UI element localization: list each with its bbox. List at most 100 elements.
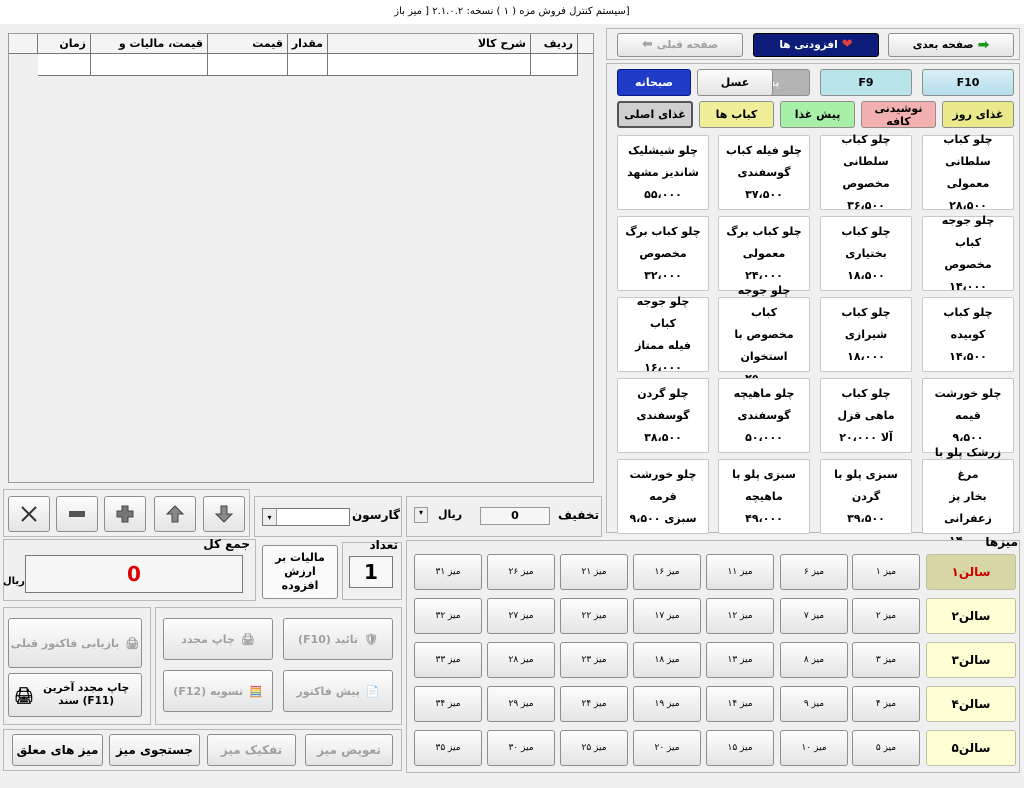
- table-button[interactable]: میز ۳۰: [487, 730, 555, 766]
- table-button[interactable]: میز ۱۳: [706, 642, 774, 678]
- menu-item[interactable]: چلو ماهیچه گوسفندی ۵۰،۰۰۰: [718, 378, 810, 453]
- table-button[interactable]: میز ۳۱: [414, 554, 482, 590]
- table-button[interactable]: میز ۲۶: [487, 554, 555, 590]
- grid-cell[interactable]: [208, 54, 288, 76]
- hall-button[interactable]: سالن۴: [926, 686, 1016, 722]
- menu-item[interactable]: چلو کباب کوبیده ۱۴،۵۰۰: [922, 297, 1014, 372]
- menu-item[interactable]: چلو جوجه کباب مخصوص ۱۴،۰۰۰: [922, 214, 1014, 293]
- table-button[interactable]: میز ۲۳: [560, 642, 628, 678]
- delete-button[interactable]: [8, 496, 50, 532]
- split-table-button[interactable]: تفکیک میز: [207, 734, 296, 766]
- grid-cell[interactable]: [288, 54, 328, 76]
- reprint-button[interactable]: 🖨 چاپ مجدد: [163, 618, 273, 660]
- table-button[interactable]: میز ۳۲: [414, 598, 482, 634]
- table-button[interactable]: میز ۳۴: [414, 686, 482, 722]
- table-button[interactable]: میز ۲۵: [560, 730, 628, 766]
- table-button[interactable]: میز ۱۴: [706, 686, 774, 722]
- col-row[interactable]: ردیف: [531, 34, 578, 54]
- hall-button[interactable]: سالن۳: [926, 642, 1016, 678]
- col-time[interactable]: زمان: [38, 34, 91, 54]
- discount-input[interactable]: 0: [480, 507, 550, 525]
- chevron-down-icon[interactable]: ▾: [414, 507, 428, 523]
- menu-item[interactable]: چلو کباب بختیاری ۱۸،۵۰۰: [820, 216, 912, 291]
- menu-item[interactable]: چلو خورشت قرمه سبزی ۹،۵۰۰: [617, 459, 709, 534]
- tab-kebabs[interactable]: کباب ها: [699, 101, 774, 128]
- vat-button[interactable]: مالیات بر ارزش افزوده: [262, 545, 338, 599]
- table-button[interactable]: میز ۲۰: [633, 730, 701, 766]
- table-button[interactable]: میز ۱: [852, 554, 920, 590]
- hall-button[interactable]: سالن۵: [926, 730, 1016, 766]
- menu-item[interactable]: چلو کباب برگ مخصوص ۳۲،۰۰۰: [617, 216, 709, 291]
- col-price[interactable]: قیمت: [208, 34, 288, 54]
- table-button[interactable]: میز ۱۲: [706, 598, 774, 634]
- menu-item[interactable]: چلو کباب سلطانی معمولی ۲۸،۵۰۰: [922, 133, 1014, 212]
- table-button[interactable]: میز ۲: [852, 598, 920, 634]
- menu-item[interactable]: چلو گردن گوسفندی ۳۸،۵۰۰: [617, 378, 709, 453]
- table-button[interactable]: میز ۲۱: [560, 554, 628, 590]
- currency-select[interactable]: ▾ ریال: [414, 507, 476, 525]
- confirm-button[interactable]: 🛡 تائید (F10): [283, 618, 393, 660]
- tab-breakfast[interactable]: صبحانه: [617, 69, 691, 96]
- table-button[interactable]: میز ۵: [852, 730, 920, 766]
- hall-button[interactable]: سالن۲: [926, 598, 1016, 634]
- change-table-button[interactable]: تعویض میز: [305, 734, 393, 766]
- pre-invoice-button[interactable]: 📄 پیش فاکتور: [283, 670, 393, 712]
- menu-item[interactable]: سبزی پلو با ماهیچه ۴۹،۰۰۰: [718, 459, 810, 534]
- table-button[interactable]: میز ۳: [852, 642, 920, 678]
- col-qty[interactable]: مقدار: [288, 34, 328, 54]
- table-button[interactable]: میز ۱۸: [633, 642, 701, 678]
- table-button[interactable]: میز ۲۲: [560, 598, 628, 634]
- grid-cell[interactable]: [328, 54, 531, 76]
- tab-appetizer[interactable]: پیش غذا: [780, 101, 855, 128]
- table-button[interactable]: میز ۱۹: [633, 686, 701, 722]
- menu-item[interactable]: چلو فیله کباب گوسفندی ۳۷،۵۰۰: [718, 135, 810, 210]
- table-button[interactable]: میز ۱۷: [633, 598, 701, 634]
- move-up-button[interactable]: [154, 496, 196, 532]
- restore-previous-button[interactable]: 🖨 بازیابی فاکتور قبلی: [8, 618, 142, 668]
- prev-page-button[interactable]: صفحه قبلی ⬅: [617, 33, 743, 57]
- table-button[interactable]: میز ۳۵: [414, 730, 482, 766]
- col-price-vat[interactable]: قیمت، مالیات و: [91, 34, 208, 54]
- grid-cell[interactable]: [91, 54, 208, 76]
- menu-item[interactable]: چلو کباب سلطانی مخصوص ۳۶،۵۰۰: [820, 133, 912, 212]
- qty-input[interactable]: 1: [349, 556, 393, 588]
- pending-tables-button[interactable]: میز های معلق: [12, 734, 103, 766]
- table-button[interactable]: میز ۲۹: [487, 686, 555, 722]
- grid-cell[interactable]: [531, 54, 578, 76]
- chevron-down-icon[interactable]: ▾: [263, 509, 277, 525]
- table-button[interactable]: میز ۴: [852, 686, 920, 722]
- col-description[interactable]: شرح کالا: [328, 34, 531, 54]
- table-button[interactable]: میز ۱۰: [780, 730, 848, 766]
- settle-button[interactable]: 🧮 تسویه (F12): [163, 670, 273, 712]
- table-button[interactable]: میز ۱۶: [633, 554, 701, 590]
- table-button[interactable]: میز ۹: [780, 686, 848, 722]
- menu-item[interactable]: چلو شیشلیک شاندیز مشهد ۵۵،۰۰۰: [617, 135, 709, 210]
- waiter-select[interactable]: ▾: [262, 508, 350, 526]
- table-button[interactable]: میز ۱۱: [706, 554, 774, 590]
- next-page-button[interactable]: ➡ صفحه بعدی: [888, 33, 1014, 57]
- menu-item[interactable]: سبزی پلو با گردن ۳۹،۵۰۰: [820, 459, 912, 534]
- tab-f10[interactable]: F10: [922, 69, 1014, 96]
- order-grid[interactable]: زمان قیمت، مالیات و قیمت مقدار شرح کالا …: [8, 33, 594, 483]
- move-down-button[interactable]: [203, 496, 245, 532]
- menu-item[interactable]: چلو جوجه کبابمخصوص بااستخوان ۲۵،۰۰۰: [718, 284, 810, 385]
- table-button[interactable]: میز ۲۸: [487, 642, 555, 678]
- menu-item[interactable]: چلو کباب شیرازی ۱۸،۰۰۰: [820, 297, 912, 372]
- table-button[interactable]: میز ۷: [780, 598, 848, 634]
- hall-button[interactable]: سالن۱: [926, 554, 1016, 590]
- tab-main-course[interactable]: غذای اصلی: [617, 101, 693, 128]
- tab-daily-food[interactable]: غذای روز: [942, 101, 1014, 128]
- reprint-last-button[interactable]: چاپ مجدد آخرین (F11) سند 🖨: [8, 673, 142, 717]
- tab-f9[interactable]: F9: [820, 69, 912, 96]
- table-button[interactable]: میز ۸: [780, 642, 848, 678]
- menu-item[interactable]: چلو جوجه کباب فیله ممتاز ۱۶،۰۰۰: [617, 295, 709, 374]
- increase-button[interactable]: [104, 496, 146, 532]
- tab-honey[interactable]: عسل: [697, 69, 773, 96]
- table-button[interactable]: میز ۱۵: [706, 730, 774, 766]
- table-button[interactable]: میز ۲۴: [560, 686, 628, 722]
- add-ons-button[interactable]: ❤ افزودنی ها: [753, 33, 879, 57]
- search-table-button[interactable]: جستجوی میز: [109, 734, 200, 766]
- table-button[interactable]: میز ۳۳: [414, 642, 482, 678]
- tab-cafe-drinks[interactable]: نوشیدنی کافه: [861, 101, 936, 128]
- table-button[interactable]: میز ۲۷: [487, 598, 555, 634]
